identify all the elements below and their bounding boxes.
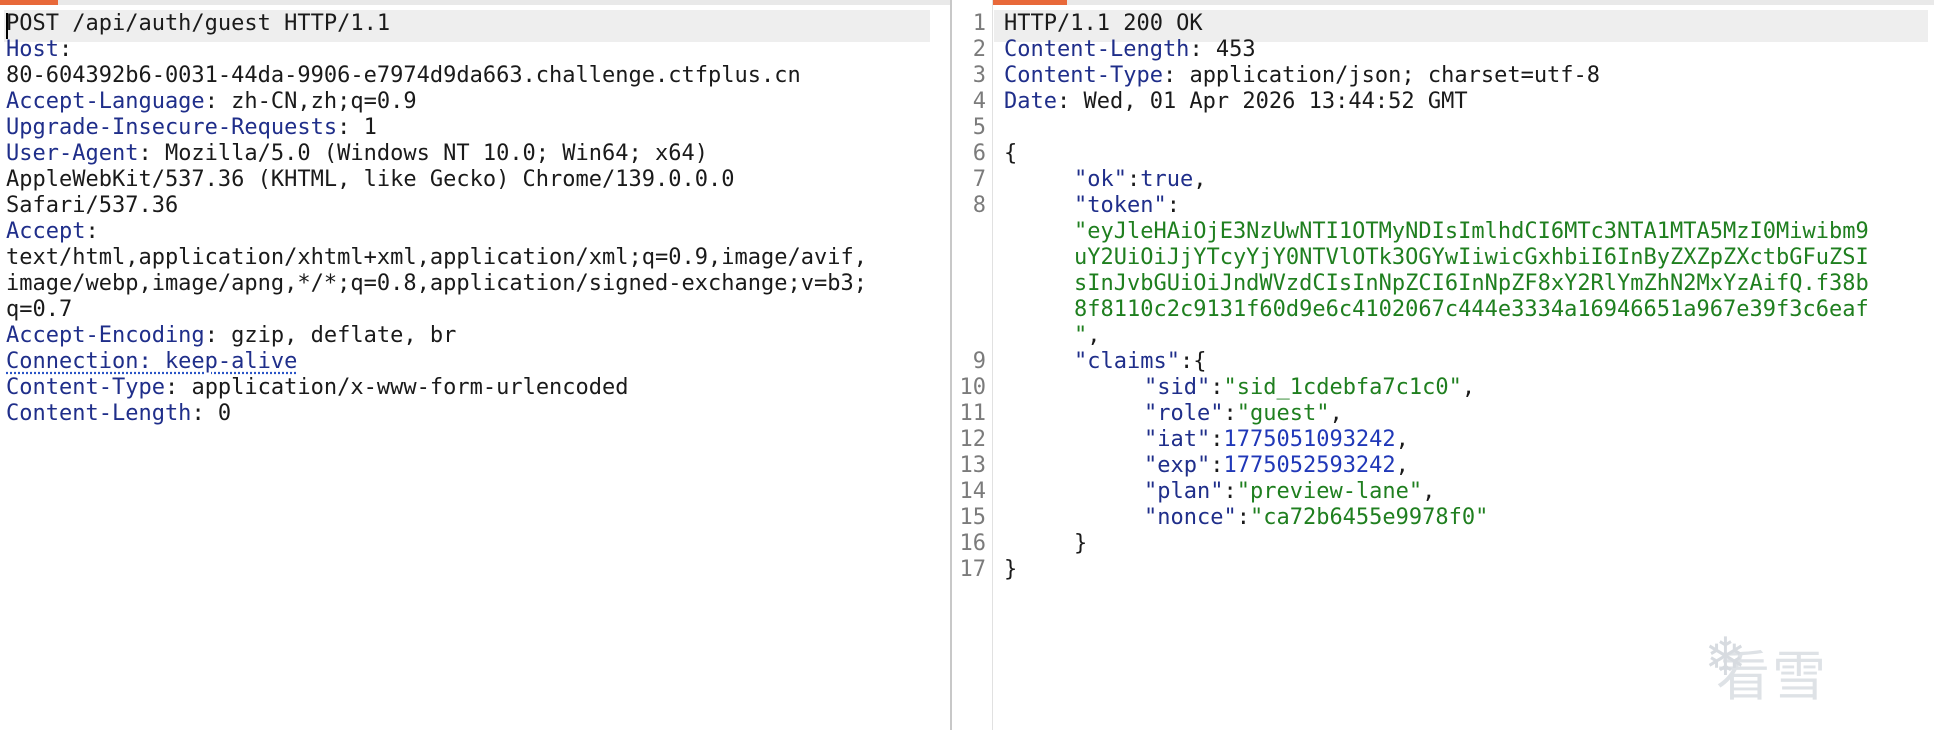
request-token: text/html,application/xhtml+xml,applicat… — [6, 245, 867, 270]
response-token: :{ — [1179, 349, 1207, 374]
response-line: 8f8110c2c9131f60d9e6c4102067c444e3334a16… — [1004, 294, 1869, 326]
request-token: Accept — [6, 219, 86, 244]
request-pane[interactable]: POST /api/auth/guest HTTP/1.1 Host: 80-604… — [0, 0, 950, 730]
response-token: 1775051093242 — [1223, 427, 1396, 452]
response-token: "sid" — [1144, 375, 1211, 400]
request-tab-accent — [0, 0, 58, 5]
request-token: Upgrade-Insecure-Requests — [6, 115, 338, 140]
request-token: : 1 — [337, 115, 377, 140]
response-token: : — [1210, 375, 1224, 400]
request-token: : 0 — [191, 401, 232, 426]
request-line: Content-Length: 0 — [6, 398, 932, 430]
request-token: q=0.7 — [6, 297, 73, 322]
response-token: , — [1329, 401, 1343, 426]
response-token: "role" — [1144, 401, 1224, 426]
request-token: : — [85, 219, 99, 244]
response-token: , — [1087, 323, 1101, 348]
request-token: Host — [6, 37, 59, 62]
request-token: 80-604392b6-0031-44da-9906-e7974d9da663.… — [6, 63, 801, 88]
request-token: : Mozilla/5.0 (Windows NT 10.0; Win64; x… — [138, 141, 708, 166]
response-token: Content-Length — [1004, 37, 1190, 62]
response-token: : — [1126, 167, 1141, 192]
request-token: Accept-Language — [6, 89, 205, 114]
response-token: "exp" — [1144, 453, 1211, 478]
request-token: : — [58, 37, 73, 62]
response-token: "ca72b6455e9978f0" — [1249, 505, 1489, 530]
response-token: , — [1395, 453, 1409, 478]
response-token: HTTP/1.1 200 OK — [1004, 11, 1203, 36]
response-token: : application/json; charset=utf-8 — [1162, 63, 1601, 88]
response-token: } — [1004, 557, 1018, 582]
response-line: } — [1004, 554, 1017, 586]
request-tab-strip — [0, 0, 950, 5]
response-token: "iat" — [1144, 427, 1211, 452]
request-token: Connection: keep-alive — [6, 349, 298, 374]
response-token: "guest" — [1236, 401, 1330, 426]
response-token: "nonce" — [1144, 505, 1237, 530]
response-token: } — [1074, 531, 1088, 556]
response-token: "ok" — [1074, 167, 1127, 192]
response-token: "sid_1cdebfa7c1c0" — [1223, 375, 1462, 400]
response-token: : — [1210, 427, 1224, 452]
response-token: uY2UiOiJjYTcyYjY0NTVlOTk3OGYwIiwicGxhbiI… — [1074, 245, 1869, 270]
request-token: Content-Type — [6, 375, 165, 400]
request-token: : application/x-www-form-urlencoded — [164, 375, 629, 400]
request-token: POST /api/auth/guest HTTP/1.1 — [6, 11, 391, 36]
response-token: "preview-lane" — [1236, 479, 1423, 504]
response-token: " — [1074, 323, 1088, 348]
response-token: Date — [1004, 89, 1057, 114]
request-token: : zh-CN,zh;q=0.9 — [204, 89, 417, 114]
request-token: User-Agent — [6, 141, 139, 166]
response-token: "token" — [1074, 193, 1167, 218]
response-token: 8f8110c2c9131f60d9e6c4102067c444e3334a16… — [1074, 297, 1869, 322]
response-token: : — [1223, 479, 1237, 504]
response-token: : 453 — [1189, 37, 1256, 62]
response-token: Content-Type — [1004, 63, 1163, 88]
response-pane[interactable]: 1 2 3 4 5 6 7 8 9 10 11 12 13 14 15 16 17 HTTP/1.1 200 O… — [952, 0, 1934, 730]
response-token: , — [1422, 479, 1436, 504]
response-token: : — [1166, 193, 1180, 218]
response-tab-strip — [952, 0, 1934, 5]
response-token: "eyJleHAiOjE3NzUwNTI1OTMyNDIsImlhdCI6MTc… — [1074, 219, 1869, 244]
line-number: 8 — [972, 193, 986, 218]
line-number: 17 — [959, 557, 987, 582]
response-token: , — [1461, 375, 1476, 400]
response-token: { — [1004, 141, 1018, 166]
request-token: image/webp,image/apng,*/*;q=0.8,applicat… — [6, 271, 867, 296]
response-token: : — [1210, 453, 1224, 478]
response-token: true — [1140, 167, 1194, 192]
response-token: : — [1223, 401, 1237, 426]
request-token: Content-Length — [6, 401, 192, 426]
response-token: "claims" — [1074, 349, 1180, 374]
response-token: : — [1236, 505, 1250, 530]
response-line: Date: Wed, 01 Apr 2026 13:44:52 GMT — [1004, 86, 1468, 118]
watermark-text: 看雪 — [1716, 645, 1828, 708]
request-token: AppleWebKit/537.36 (KHTML, like Gecko) C… — [6, 167, 735, 192]
request-token: : gzip, deflate, br — [204, 323, 457, 348]
response-token: "plan" — [1144, 479, 1224, 504]
response-token: : Wed, 01 Apr 2026 13:44:52 GMT — [1056, 89, 1468, 114]
response-token: , — [1193, 167, 1207, 192]
response-token: sInJvbGUiOiJndWVzdCIsInNpZCI6InNpZF8xY2R… — [1074, 271, 1869, 296]
response-token: 1775052593242 — [1223, 453, 1396, 478]
response-token: , — [1395, 427, 1409, 452]
request-token: Safari/537.36 — [6, 193, 179, 218]
request-token: Accept-Encoding — [6, 323, 205, 348]
